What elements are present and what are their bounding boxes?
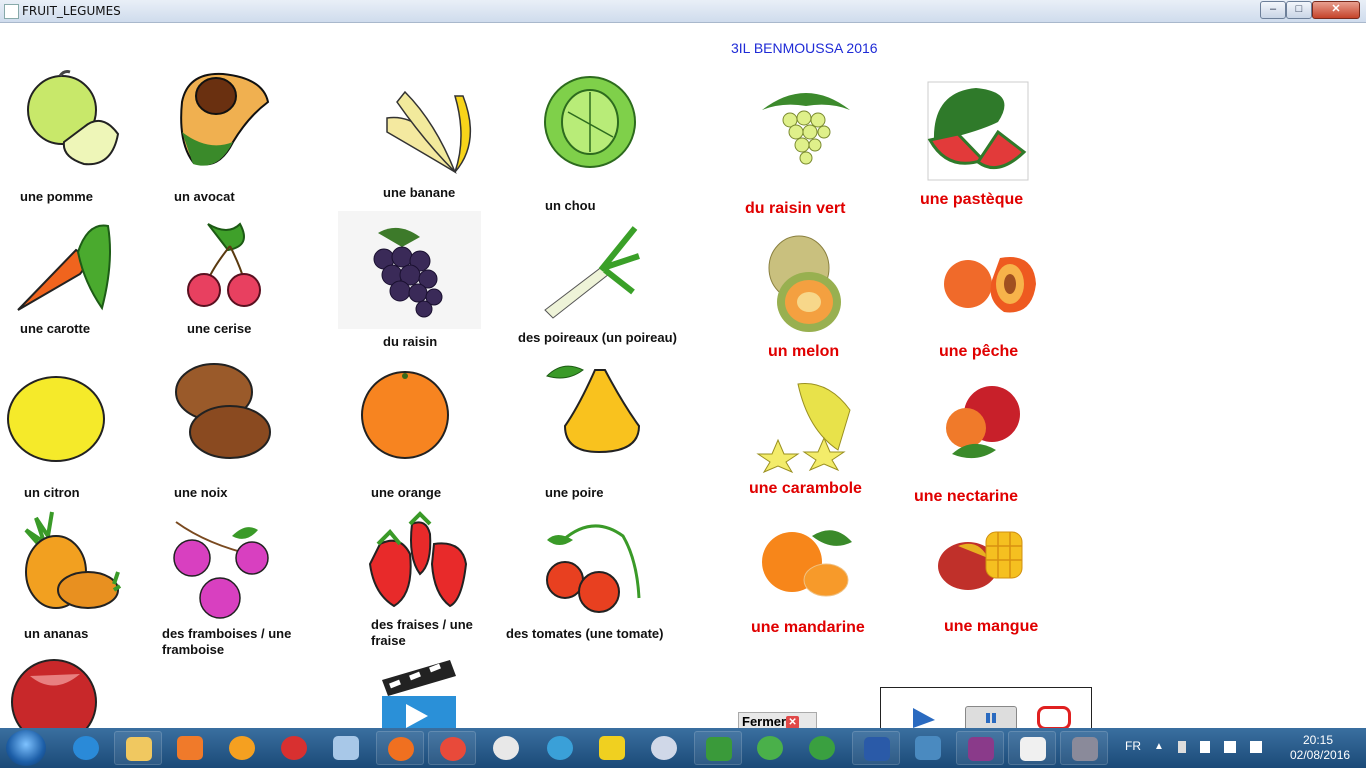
volume-icon[interactable] — [1250, 741, 1262, 753]
video-clapper-icon[interactable] — [378, 660, 458, 732]
mango-image[interactable] — [938, 528, 1026, 592]
label-nectarine: une nectarine — [914, 488, 1019, 505]
label-avocat: un avocat — [174, 189, 235, 204]
orange-image[interactable] — [360, 370, 450, 460]
taskbar-winrar-icon[interactable] — [956, 731, 1004, 765]
taskbar-photos-icon[interactable] — [904, 731, 952, 765]
label-mangue: une mangue — [944, 618, 1039, 635]
taskbar-camtasia-icon[interactable] — [694, 731, 742, 765]
walnut-image[interactable] — [174, 362, 271, 460]
lemon-image[interactable] — [6, 372, 106, 466]
label-banane: une banane — [383, 185, 456, 200]
start-button[interactable] — [6, 730, 46, 766]
taskbar-chrome-icon[interactable] — [428, 731, 476, 765]
green-grape-image[interactable] — [760, 82, 852, 176]
flag-icon[interactable] — [1200, 741, 1210, 753]
close-button-label: Fermer — [742, 714, 787, 729]
tray-expand-icon[interactable]: ▲ — [1154, 741, 1166, 753]
author-credit: 3IL BENMOUSSA 2016 — [731, 40, 878, 56]
label-citron: un citron — [24, 485, 80, 500]
label-poireaux: des poireaux (un poireau) — [518, 330, 677, 345]
taskbar-torrent-icon[interactable] — [640, 731, 688, 765]
label-raisin: du raisin — [383, 334, 438, 349]
language-indicator[interactable]: FR — [1125, 739, 1141, 779]
label-poire: une poire — [545, 485, 604, 500]
label-pomme: une pomme — [20, 189, 93, 204]
apple-image[interactable] — [22, 70, 120, 170]
melon-image[interactable] — [765, 234, 843, 334]
peach-image[interactable] — [944, 250, 1038, 316]
app-icon — [4, 4, 19, 19]
close-window-button[interactable]: ✕ — [1312, 1, 1360, 19]
mandarin-image[interactable] — [762, 526, 854, 600]
carrot-image[interactable] — [17, 222, 116, 314]
battery-icon[interactable] — [1178, 741, 1186, 753]
taskbar-app-icon[interactable] — [270, 731, 318, 765]
taskbar-notes-icon[interactable] — [1008, 731, 1056, 765]
taskbar-firefox-icon[interactable] — [376, 731, 424, 765]
window-titlebar: FRUIT_LEGUMES – □ ✕ — [0, 0, 1366, 23]
label-orange: une orange — [371, 485, 442, 500]
taskbar-gom-icon[interactable] — [218, 731, 266, 765]
network-icon[interactable] — [1224, 741, 1236, 753]
clock-date: 02/08/2016 — [1290, 748, 1351, 762]
play-icon[interactable] — [911, 708, 937, 728]
leek-image[interactable] — [543, 226, 641, 322]
label-fraises: des fraises / une fraise — [371, 617, 473, 648]
taskbar-vector-icon[interactable] — [588, 731, 636, 765]
banana-image[interactable] — [385, 82, 481, 174]
taskbar-color-icon[interactable] — [746, 731, 794, 765]
label-pasteque: une pastèque — [920, 191, 1024, 208]
minimize-button[interactable]: – — [1260, 1, 1286, 19]
taskbar-video-icon[interactable] — [536, 731, 584, 765]
taskbar: FR ▲ 20:15 02/08/2016 — [0, 728, 1366, 768]
clock[interactable]: 20:15 02/08/2016 — [1290, 733, 1351, 773]
maximize-button[interactable]: □ — [1286, 1, 1312, 19]
grape-image[interactable] — [338, 211, 481, 329]
strawberry-image[interactable] — [368, 511, 468, 610]
nectarine-image[interactable] — [942, 374, 1022, 466]
taskbar-explorer-icon[interactable] — [114, 731, 162, 765]
label-carambole: une carambole — [749, 480, 862, 497]
label-peche: une pêche — [939, 343, 1019, 360]
clock-time: 20:15 — [1302, 733, 1334, 747]
cabbage-image[interactable] — [543, 72, 638, 170]
window-title: FRUIT_LEGUMES — [22, 4, 121, 18]
pineapple-image[interactable] — [22, 511, 122, 610]
carambola-image[interactable] — [756, 380, 856, 474]
watermelon-image[interactable] — [927, 81, 1029, 181]
audio-player — [880, 687, 1092, 732]
pear-image[interactable] — [543, 356, 643, 456]
cherry-image[interactable] — [184, 216, 268, 308]
label-framboises: des framboises / une framboise — [162, 626, 292, 657]
taskbar-opera-icon[interactable] — [482, 731, 530, 765]
label-tomates: des tomates (une tomate) — [506, 626, 664, 641]
label-melon: un melon — [768, 343, 840, 360]
taskbar-ie-icon[interactable] — [62, 731, 110, 765]
taskbar-notepad-icon[interactable] — [322, 731, 370, 765]
label-cerise: une cerise — [187, 321, 252, 336]
taskbar-utorrent-icon[interactable] — [798, 731, 846, 765]
taskbar-word-icon[interactable] — [852, 731, 900, 765]
label-raisin-vert: du raisin vert — [745, 200, 846, 217]
label-carotte: une carotte — [20, 321, 91, 336]
taskbar-eiffel-icon[interactable] — [1060, 731, 1108, 765]
taskbar-media-icon[interactable] — [166, 731, 214, 765]
label-noix: une noix — [174, 485, 228, 500]
stop-icon[interactable] — [1037, 706, 1071, 730]
avocado-image[interactable] — [178, 72, 270, 170]
label-ananas: un ananas — [24, 626, 89, 641]
label-chou: un chou — [545, 198, 596, 213]
pomegranate-image[interactable] — [10, 656, 100, 745]
label-mandarine: une mandarine — [751, 619, 865, 636]
tomato-image[interactable] — [543, 520, 641, 614]
raspberry-image[interactable] — [172, 518, 272, 619]
